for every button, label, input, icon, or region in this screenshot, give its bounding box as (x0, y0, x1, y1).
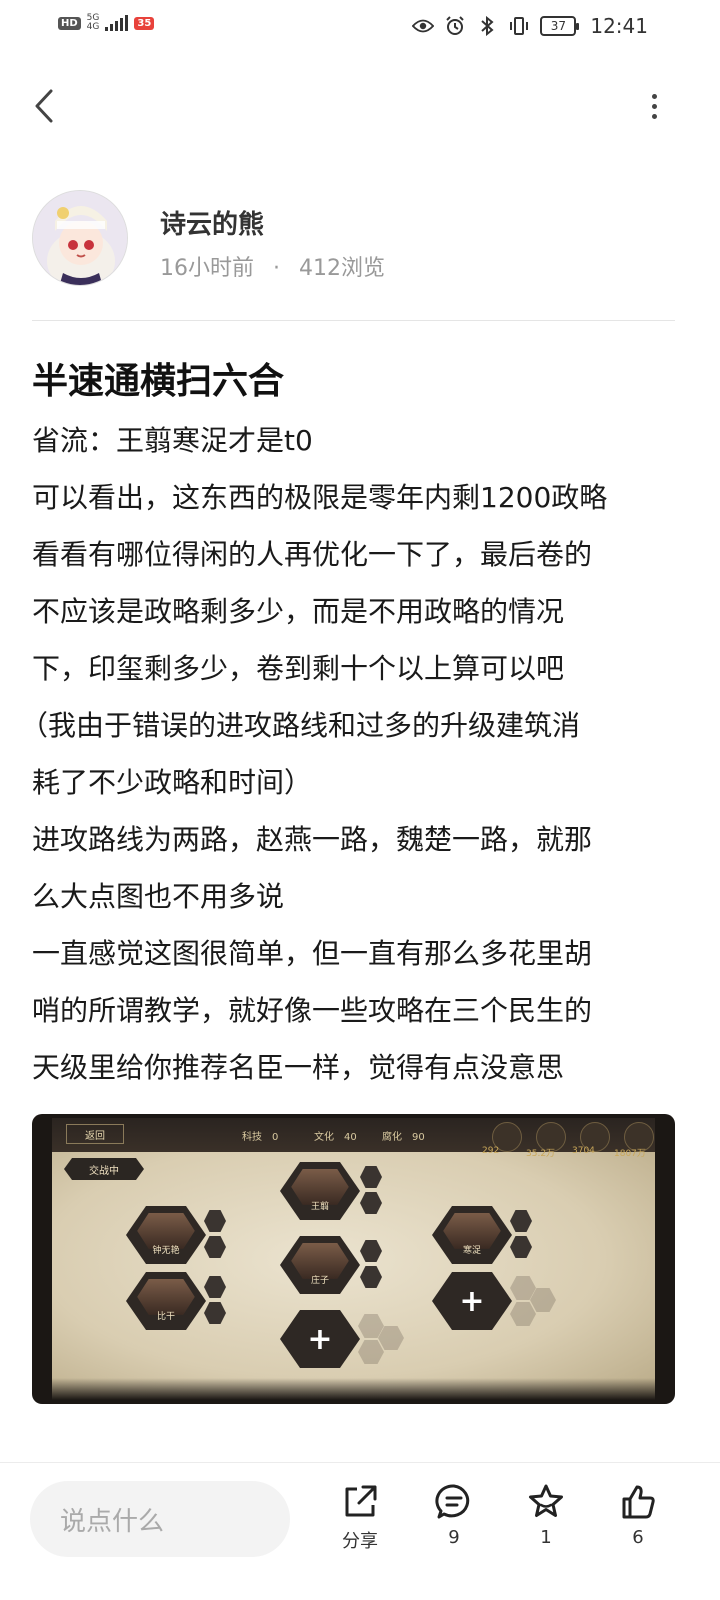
vibrate-icon (508, 15, 530, 37)
game-skill-icon (510, 1210, 532, 1232)
game-empty-slot: + (432, 1272, 512, 1330)
status-left: HD 5G 4G 35 (58, 14, 155, 32)
general-name: 王翦 (310, 1202, 329, 1212)
avatar[interactable] (32, 190, 128, 286)
comment-count: 9 (448, 1527, 460, 1548)
general-name: 庄子 (310, 1276, 329, 1286)
plus-icon: + (459, 1283, 485, 1319)
game-general-card: 比干 (126, 1272, 206, 1330)
app-notification-badge: 35 (134, 16, 155, 30)
star-icon (529, 1484, 563, 1517)
share-label: 分享 (342, 1531, 378, 1552)
signal-icon (105, 15, 129, 31)
general-name: 钟无艳 (152, 1246, 180, 1256)
meta-separator: · (273, 256, 280, 281)
game-ghost-hex (358, 1340, 384, 1364)
game-battle-tag: 交战中 (64, 1158, 144, 1180)
network-bottom-label: 4G (86, 22, 100, 32)
game-general-card: 王翦 (280, 1162, 360, 1220)
game-ghost-hex (510, 1302, 536, 1326)
share-icon (345, 1485, 377, 1517)
more-dot-icon (651, 103, 657, 109)
game-general-card: 庄子 (280, 1236, 360, 1294)
game-resource-value: 292 (482, 1146, 500, 1156)
view-count: 412浏览 (299, 256, 385, 281)
status-bar: HD 5G 4G 35 37 12:41 (0, 0, 720, 52)
game-skill-icon (360, 1166, 382, 1188)
bluetooth-icon (476, 15, 498, 37)
game-back-label: 返回 (66, 1124, 124, 1144)
like-button[interactable]: 6 (608, 1483, 668, 1548)
post-time: 16小时前 (160, 256, 254, 281)
share-button[interactable]: 分享 (330, 1483, 390, 1553)
thumbs-up-icon (622, 1485, 655, 1519)
post-line: 看看有哪位得闲的人再优化一下了，最后卷的 (32, 538, 593, 571)
post-image[interactable]: 返回 科技 0 文化 40 腐化 90 292 35.2万 3704 1807万… (32, 1114, 675, 1404)
game-skill-icon (510, 1236, 532, 1258)
post-line: 么大点图也不用多说 (32, 880, 285, 913)
general-name: 寒浞 (462, 1246, 481, 1256)
game-resource-value: 35.2万 (526, 1149, 556, 1159)
game-skill-icon (204, 1210, 226, 1232)
battery-icon: 37 (540, 16, 580, 36)
game-skill-icon (204, 1276, 226, 1298)
author-header: 诗云的熊 16小时前 · 412浏览 (32, 190, 688, 290)
general-name: 比干 (156, 1312, 175, 1322)
more-dot-icon (651, 93, 657, 99)
game-skill-icon (360, 1192, 382, 1214)
comment-icon (435, 1484, 470, 1519)
game-skill-icon (204, 1302, 226, 1324)
post-line: 哨的所谓教学，就好像一些攻略在三个民生的 (32, 994, 593, 1027)
post-title: 半速通横扫六合 (32, 361, 285, 402)
post-meta: 16小时前 · 412浏览 (160, 250, 385, 282)
post-line: 省流：王翦寒浞才是t0 (32, 424, 313, 457)
status-right: 37 12:41 (412, 14, 648, 38)
game-stat-tech: 科技 0 (242, 1132, 279, 1143)
eye-icon (412, 15, 435, 37)
author-name[interactable]: 诗云的熊 (160, 204, 264, 241)
post-line: 进攻路线为两路，赵燕一路，魏楚一路，就那 (32, 823, 593, 856)
back-button[interactable] (28, 86, 60, 126)
more-dot-icon (651, 113, 657, 119)
post-line: 耗了不少政略和时间） (32, 766, 313, 799)
game-scene: 返回 科技 0 文化 40 腐化 90 292 35.2万 3704 1807万… (52, 1118, 655, 1400)
game-stat-corruption: 腐化 90 (382, 1132, 425, 1143)
game-resource-value: 3704 (572, 1146, 595, 1156)
post-line: 下，印玺剩多少，卷到剩十个以上算可以吧 (32, 652, 565, 685)
plus-icon: + (307, 1321, 333, 1357)
alarm-icon (444, 15, 466, 37)
game-skill-icon (204, 1236, 226, 1258)
post-body: 省流：王翦寒浞才是t0 可以看出，这东西的极限是零年内剩1200政略 看看有哪位… (20, 412, 682, 1096)
comment-input[interactable]: 说点什么 (30, 1481, 290, 1557)
game-general-card: 寒浞 (432, 1206, 512, 1264)
game-general-card: 钟无艳 (126, 1206, 206, 1264)
game-skill-icon (360, 1240, 382, 1262)
hd-badge: HD (58, 16, 81, 30)
game-skill-icon (360, 1266, 382, 1288)
favorite-button[interactable]: 1 (516, 1483, 576, 1548)
game-top-bar: 返回 科技 0 文化 40 腐化 90 292 35.2万 3704 1807万 (52, 1118, 655, 1159)
chevron-left-icon (35, 89, 53, 123)
favorite-count: 1 (540, 1527, 552, 1548)
bottom-action-bar: 说点什么 分享 9 1 6 (0, 1462, 720, 1600)
network-type: 5G 4G (87, 14, 100, 32)
game-stat-culture: 文化 40 (314, 1132, 357, 1143)
post-line: （我由于错误的进攻路线和过多的升级建筑消 (20, 709, 581, 742)
game-bottom-edge (52, 1378, 655, 1400)
post-line: 不应该是政略剩多少，而是不用政略的情况 (32, 595, 565, 628)
like-count: 6 (632, 1527, 644, 1548)
post-line: 天级里给你推荐名臣一样，觉得有点没意思 (32, 1051, 565, 1084)
comment-button[interactable]: 9 (424, 1483, 484, 1548)
divider (32, 320, 675, 321)
post-line: 可以看出，这东西的极限是零年内剩1200政略 (32, 481, 608, 514)
post-line: 一直感觉这图很简单，但一直有那么多花里胡 (32, 937, 593, 970)
more-options-button[interactable] (644, 86, 664, 126)
status-clock: 12:41 (590, 14, 648, 38)
game-empty-slot: + (280, 1310, 360, 1368)
game-resource-value: 1807万 (614, 1149, 646, 1159)
